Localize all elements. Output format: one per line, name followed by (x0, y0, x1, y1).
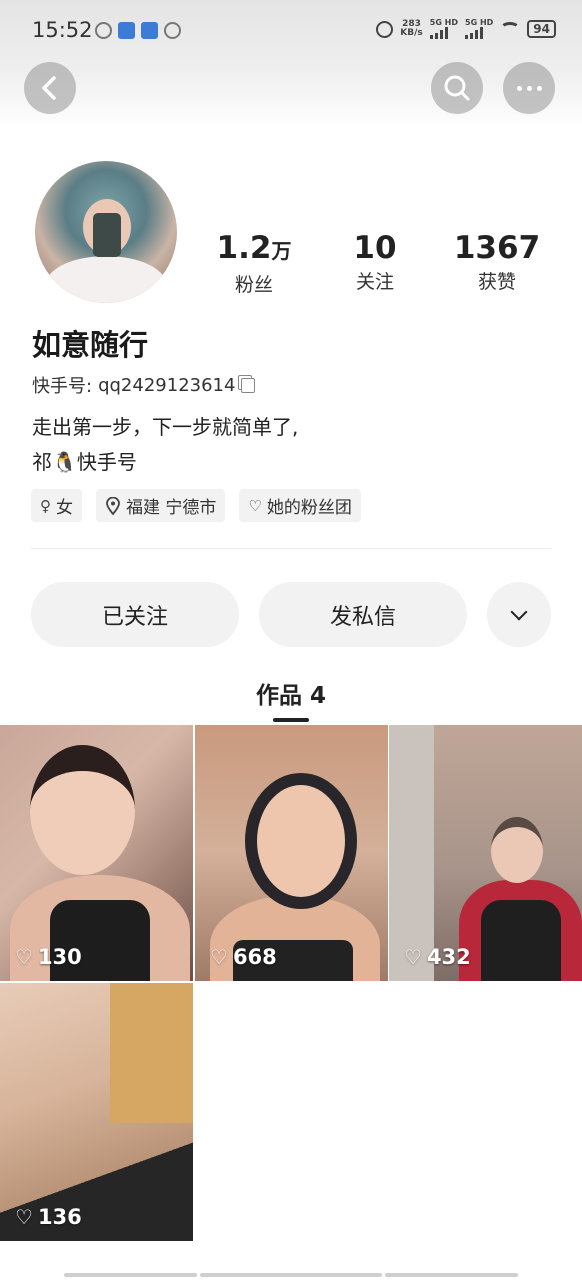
sim1-signal: 5G HD (429, 19, 458, 39)
search-button[interactable] (431, 62, 483, 114)
more-button[interactable] (503, 62, 555, 114)
send-message-button[interactable]: 发私信 (259, 582, 467, 647)
nav-indicator (200, 1273, 382, 1277)
location-tag: 福建 宁德市 (96, 489, 226, 522)
likes-count: 1367 (453, 230, 541, 266)
nickname: 如意随行 (32, 328, 149, 362)
following-stat[interactable]: 10 关注 (342, 230, 408, 294)
search-icon (444, 75, 470, 101)
tab-works[interactable]: 作品 4 (0, 676, 582, 710)
back-arrow-icon (42, 76, 56, 100)
back-button[interactable] (24, 62, 76, 114)
likes-stat[interactable]: 1367 获赞 (452, 230, 542, 294)
alarm-icon (376, 20, 394, 38)
heart-outline-icon: ♡ (248, 496, 262, 515)
kwai-id-label: 快手号: (32, 376, 93, 397)
work-tile[interactable]: ♡ 432 (389, 725, 582, 981)
divider (31, 548, 551, 549)
notification-icons (95, 22, 181, 39)
avatar[interactable] (35, 161, 177, 303)
female-icon: ♀ (40, 496, 51, 515)
fan-group-tag[interactable]: ♡ 她的粉丝团 (239, 489, 361, 522)
chevron-down-icon (510, 603, 528, 620)
alipay-icon (118, 22, 135, 39)
like-count: ♡ 130 (15, 945, 82, 969)
heart-icon: ♡ (404, 945, 422, 969)
net-speed: 283 KB/s (400, 19, 423, 38)
work-tile[interactable]: ♡ 130 (0, 725, 193, 981)
signal-bars-icon (465, 27, 493, 39)
bio: 走出第一步，下一步就简单了, 祁🐧快手号 (32, 410, 298, 480)
kwai-id-value: qq2429123614 (98, 374, 236, 396)
signal-bars-icon (429, 27, 458, 39)
likes-label: 获赞 (477, 271, 516, 293)
like-count: ♡ 136 (15, 1205, 82, 1229)
work-tile[interactable]: ♡ 668 (195, 725, 388, 981)
profile-tags: ♀ 女 福建 宁德市 ♡ 她的粉丝团 (31, 489, 361, 522)
kwai-id-row[interactable]: 快手号: qq2429123614 (32, 372, 256, 398)
battery-indicator: 94 (527, 20, 556, 38)
bio-line: 祁🐧快手号 (32, 450, 137, 474)
heart-icon: ♡ (210, 945, 228, 969)
followed-button[interactable]: 已关注 (31, 582, 239, 647)
fans-label: 粉丝 (234, 274, 273, 296)
expand-button[interactable] (487, 582, 551, 647)
fans-count: 1.2 (216, 230, 272, 266)
work-tile[interactable]: ♡ 136 (0, 983, 193, 1241)
tab-underline (273, 718, 309, 722)
more-dots-icon (516, 85, 542, 91)
nav-indicator (64, 1273, 197, 1277)
app-icon (141, 22, 158, 39)
heart-icon: ♡ (15, 1205, 33, 1229)
following-count: 10 (353, 230, 397, 266)
message-icon (164, 22, 181, 39)
status-bar: 15:52 283 KB/s 5G HD 5G HD 94 (0, 0, 582, 62)
heart-icon: ♡ (15, 945, 33, 969)
bio-line: 走出第一步，下一步就简单了, (32, 415, 299, 439)
status-time: 15:52 (32, 18, 93, 42)
location-pin-icon (106, 496, 120, 515)
copy-icon[interactable] (241, 377, 256, 393)
nav-indicator (385, 1273, 518, 1277)
following-label: 关注 (355, 271, 394, 293)
fans-unit: 万 (271, 239, 292, 263)
gender-tag: ♀ 女 (31, 489, 82, 522)
fans-stat[interactable]: 1.2万 粉丝 (212, 230, 296, 297)
like-count: ♡ 668 (210, 945, 277, 969)
sim2-signal: 5G HD (465, 19, 493, 39)
compass-icon (95, 22, 112, 39)
like-count: ♡ 432 (404, 945, 471, 969)
system-icons: 283 KB/s 5G HD 5G HD 94 (376, 19, 556, 39)
wifi-icon (500, 22, 521, 36)
